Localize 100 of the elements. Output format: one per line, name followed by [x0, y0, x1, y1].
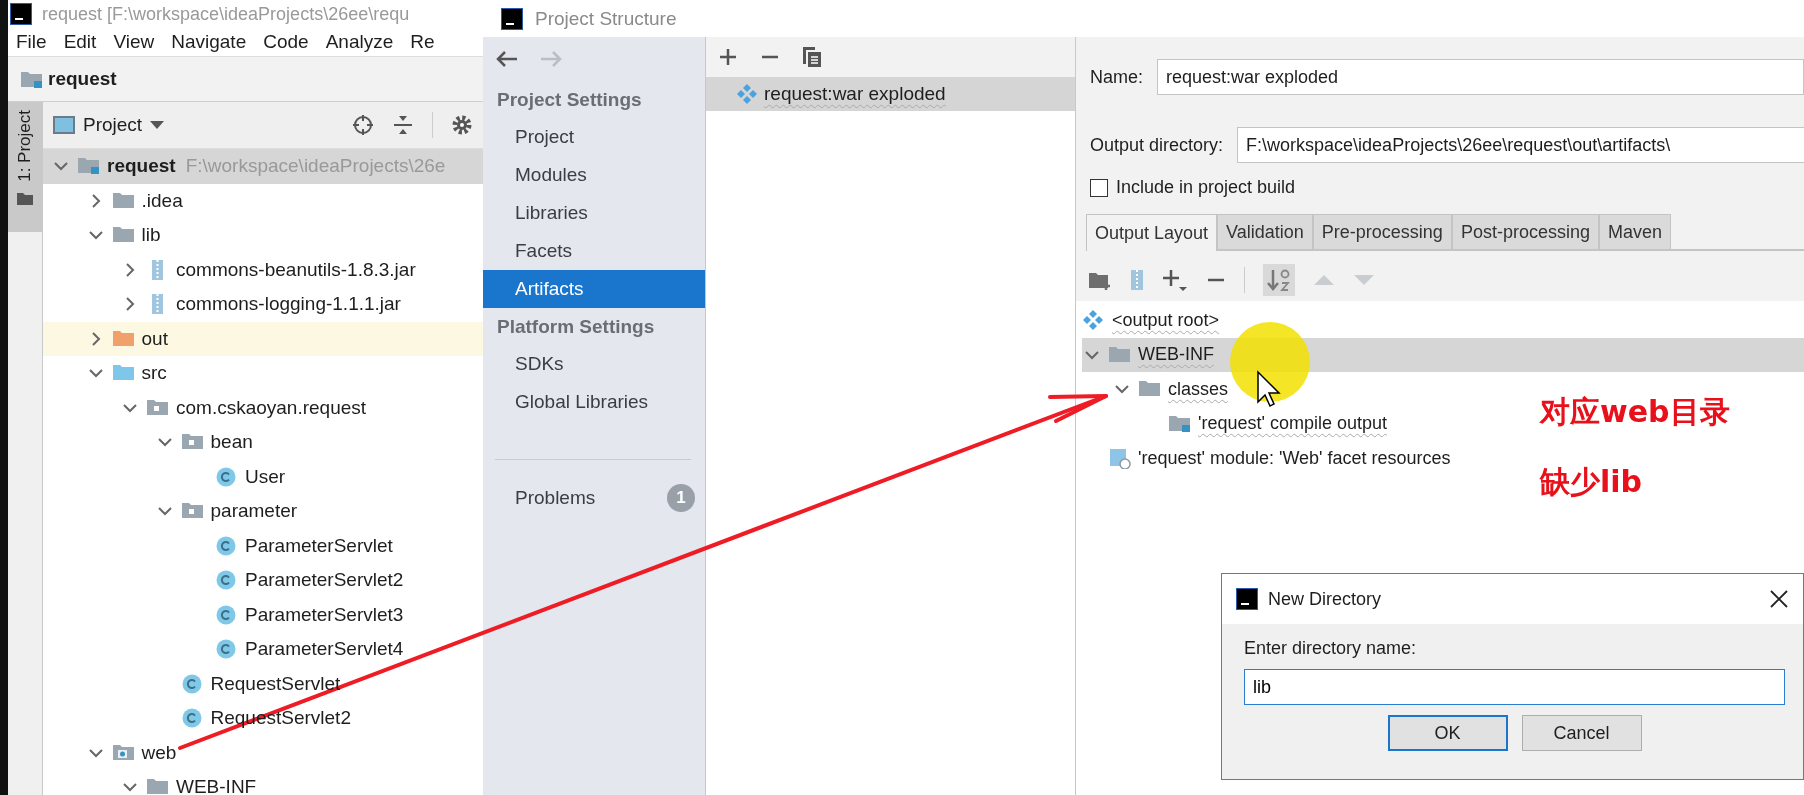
tab[interactable]: Post-processing — [1451, 214, 1599, 249]
back-arrow-icon[interactable] — [495, 50, 519, 68]
web-facet-icon — [1108, 447, 1132, 470]
name-field[interactable]: request:war exploded — [1157, 59, 1804, 95]
tree-row[interactable]: User — [43, 459, 483, 494]
tree-item-label: src — [141, 362, 167, 385]
breadcrumb-item[interactable]: request — [48, 68, 117, 90]
add-icon[interactable] — [1162, 268, 1188, 292]
tree-item-label: commons-logging-1.1.1.jar — [176, 293, 401, 316]
problems-label: Problems — [515, 487, 596, 509]
tree-item-label: WEB-INF — [176, 776, 257, 795]
app-logo-icon — [10, 3, 32, 25]
tree-row[interactable]: WEB-INF — [43, 770, 483, 795]
nav-item[interactable]: Facets — [483, 232, 705, 270]
menu-item[interactable]: Re — [410, 31, 435, 53]
sort-icon[interactable] — [1263, 264, 1295, 296]
tree-row[interactable]: bean — [43, 425, 483, 460]
nav-item[interactable]: Modules — [483, 156, 705, 194]
tree-item-label: .idea — [141, 189, 183, 212]
tree-item-label: classes — [1168, 378, 1229, 400]
tree-row[interactable]: classes — [1112, 372, 1231, 407]
app-logo-icon — [1236, 588, 1258, 610]
tree-item-label: 'request' module: 'Web' facet resources — [1138, 447, 1451, 469]
artifact-label: request:war exploded — [764, 83, 946, 105]
window-title: request [F:\workspace\ideaProjects\26ee\requ — [42, 3, 410, 25]
new-folder-icon[interactable] — [1088, 270, 1112, 290]
tree-row[interactable]: .idea — [43, 183, 483, 218]
ok-button[interactable]: OK — [1387, 715, 1508, 751]
tree-row[interactable]: out — [43, 321, 483, 356]
menu-item[interactable]: Edit — [63, 31, 97, 53]
prompt-label: Enter directory name: — [1244, 638, 1418, 659]
tree-item-label: web — [141, 741, 177, 764]
problems-item[interactable]: Problems 1 — [483, 480, 705, 516]
tree-row[interactable]: ParameterServlet2 — [43, 563, 483, 598]
tree-item-label: lib — [141, 224, 161, 247]
field-label: Name: — [1090, 66, 1143, 88]
cancel-button[interactable]: Cancel — [1521, 715, 1642, 751]
tree-item-label: WEB-INF — [1138, 344, 1214, 366]
nav-item[interactable]: SDKs — [483, 345, 705, 383]
tree-item-label: parameter — [210, 500, 298, 523]
menu-item[interactable]: File — [16, 31, 47, 53]
tree-item-label: request — [107, 155, 176, 178]
menu-item[interactable]: View — [113, 31, 155, 53]
tree-row[interactable]: <output root> — [1082, 303, 1222, 338]
section-heading: Platform Settings — [496, 314, 656, 339]
menu-item[interactable]: Analyze — [325, 31, 394, 53]
tree-row[interactable]: request F:\workspace\ideaProjects\26e — [43, 149, 483, 184]
collapse-icon[interactable] — [392, 114, 414, 136]
tree-row[interactable]: commons-beanutils-1.8.3.jar — [43, 252, 483, 287]
annotation-text: 对应web目录 — [1540, 393, 1730, 431]
settings-icon[interactable] — [451, 114, 473, 136]
tree-item-label: 'request' compile output — [1198, 413, 1387, 435]
artifact-icon — [736, 83, 760, 105]
menu-item[interactable]: Code — [263, 31, 309, 53]
tab[interactable]: Validation — [1217, 214, 1313, 249]
tree-item-label: ParameterServlet — [245, 534, 393, 557]
tree-row[interactable]: com.cskaoyan.request — [43, 390, 483, 425]
tree-row[interactable]: web — [43, 735, 483, 770]
dropdown-caret-icon[interactable] — [150, 121, 165, 129]
directory-name-field[interactable]: lib — [1244, 669, 1785, 705]
annotation-text: 缺少lib — [1540, 463, 1644, 501]
tree-row[interactable]: ParameterServlet — [43, 528, 483, 563]
output-directory-field[interactable]: F:\workspace\ideaProjects\26ee\request\out\artifacts\ — [1237, 127, 1804, 163]
tree-row[interactable]: ParameterServlet4 — [43, 632, 483, 667]
count-badge: 1 — [667, 484, 695, 512]
copy-icon[interactable] — [802, 46, 822, 68]
tab[interactable]: Maven — [1598, 214, 1671, 249]
tree-row[interactable]: 'request' compile output — [1142, 406, 1389, 441]
add-icon[interactable] — [718, 47, 738, 67]
tree-item-label: out — [141, 327, 168, 350]
view-selector[interactable]: Project — [53, 114, 165, 136]
cursor-icon — [1257, 370, 1281, 407]
tree-item-label: <output root> — [1112, 309, 1220, 331]
tree-row[interactable]: RequestServlet — [43, 666, 483, 701]
nav-item[interactable]: Artifacts — [483, 270, 705, 308]
tree-item-label: commons-beanutils-1.8.3.jar — [176, 258, 416, 281]
close-icon[interactable] — [1769, 589, 1789, 609]
menu-item[interactable]: Navigate — [171, 31, 247, 53]
artifact-row[interactable]: request:war exploded — [706, 77, 1075, 111]
app-logo-icon — [501, 7, 523, 30]
nav-item[interactable]: Global Libraries — [483, 383, 705, 421]
field-label: Output directory: — [1090, 134, 1224, 156]
nav-item[interactable]: Project — [483, 118, 705, 156]
include-build-checkbox[interactable]: Include in project build — [1090, 177, 1296, 198]
tree-row[interactable]: commons-logging-1.1.1.jar — [43, 287, 483, 322]
tree-item-label: ParameterServlet3 — [245, 603, 404, 626]
tree-row[interactable]: ParameterServlet3 — [43, 597, 483, 632]
tree-item-label: RequestServlet — [210, 672, 341, 695]
path-hint: F:\workspace\ideaProjects\26e — [185, 155, 446, 178]
tree-row[interactable]: 'request' module: 'Web' facet resources — [1082, 441, 1453, 476]
folder-icon — [146, 776, 170, 795]
tab[interactable]: Pre-processing — [1312, 214, 1452, 249]
window-icon — [53, 115, 75, 135]
tree-row[interactable]: lib — [43, 218, 483, 253]
locate-icon[interactable] — [352, 114, 374, 136]
tree-row[interactable]: src — [43, 356, 483, 391]
tab[interactable]: Output Layout — [1086, 214, 1218, 251]
tool-window-tab[interactable]: 1: Project — [8, 102, 42, 232]
nav-item[interactable]: Libraries — [483, 194, 705, 232]
tree-row[interactable]: parameter — [43, 494, 483, 529]
